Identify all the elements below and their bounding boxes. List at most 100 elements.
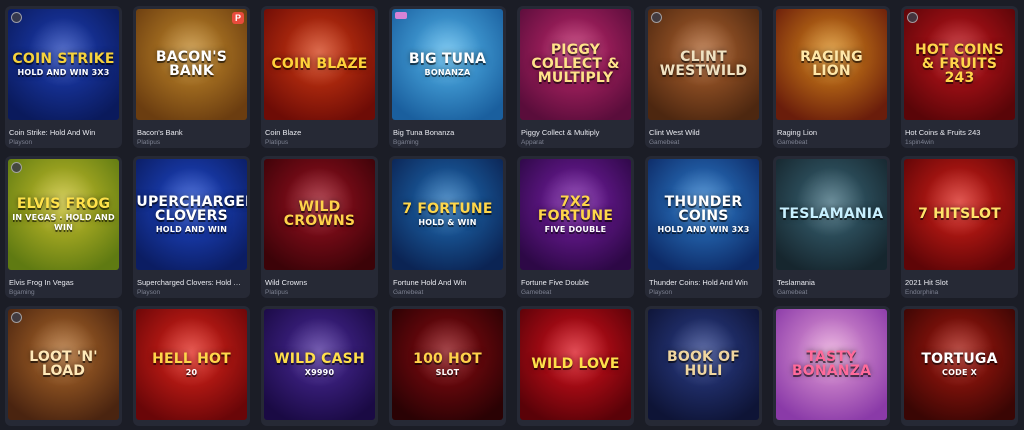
game-thumbnail[interactable]: HOT COINS & FRUITS 243 [904,9,1015,120]
game-card[interactable]: BOOK OF HULI [645,306,762,426]
game-thumbnail[interactable]: THUNDER COINS HOLD AND WIN 3x3 [648,159,759,270]
game-provider: Playson [9,139,33,146]
game-thumbnail[interactable]: BOOK OF HULI [648,309,759,420]
game-art-title: TASTY BONANZA [791,348,872,379]
game-art-title: THUNDER COINS [664,193,743,224]
game-card[interactable]: SUPERCHARGED CLOVERSHOLD AND WIN Supercha… [133,156,250,298]
game-art-title: BOOK OF HULI [666,348,741,379]
game-art-title: ELVIS FROG [16,195,111,212]
game-thumbnail[interactable]: COIN STRIKE HOLD AND WIN 3x3 [8,9,119,120]
game-thumbnail[interactable]: 7x2 FORTUNE FIVE Double [520,159,631,270]
game-art-title: 7 FORTUNE [402,200,493,217]
game-thumbnail[interactable]: 7 HITSLOT [904,159,1015,270]
game-art-title: TESLAMANIA [779,205,884,222]
provider-logo-icon: P [232,12,244,24]
game-art-title: TORTUGA [921,350,998,367]
game-name: Coin Blaze [265,128,302,137]
game-thumbnail[interactable]: HELL HOT 20 [136,309,247,420]
art-glow [796,167,866,237]
game-thumbnail[interactable]: BACON'S BANK P [136,9,247,120]
game-art-title: 7x2 FORTUNE [537,193,614,224]
game-card[interactable]: THUNDER COINS HOLD AND WIN 3x3 Thunder Coi… [645,156,762,298]
game-card[interactable]: TORTUGA CODE X [901,306,1018,426]
game-name: Hot Coins & Fruits 243 [905,128,981,137]
game-thumbnail[interactable]: TESLAMANIA [776,159,887,270]
game-thumbnail[interactable]: RAGING LION [776,9,887,120]
game-card[interactable]: 7 FORTUNE HOLD & WIN Fortune Hold And Win G… [389,156,506,298]
game-thumbnail[interactable]: PIGGY COLLECT & MULTIPLY [520,9,631,120]
game-card[interactable]: TESLAMANIA Teslamania Gamebeat [773,156,890,298]
game-thumbnail[interactable]: CLINT WESTWILD [648,9,759,120]
game-card[interactable]: WILD CASH X9990 [261,306,378,426]
game-card[interactable]: HOT COINS & FRUITS 243 Hot Coins & Fruits… [901,6,1018,148]
art-glow [284,17,354,87]
game-card[interactable]: HELL HOT 20 [133,306,250,426]
game-thumbnail[interactable]: SUPERCHARGED CLOVERSHOLD AND WIN [136,159,247,270]
game-art-subtitle: HOLD AND WIN 3x3 [657,224,750,234]
game-art-title: BIG TUNA [408,50,487,67]
game-art-title: LOOT 'N' LOAD [29,348,98,379]
game-name: Thunder Coins: Hold And Win [649,278,748,287]
game-provider: Playson [649,289,673,296]
game-thumbnail[interactable]: TORTUGA CODE X [904,309,1015,420]
game-card[interactable]: ELVIS FROG IN VEGAS · HOLD AND WIN Elvis F… [5,156,122,298]
game-thumbnail[interactable]: BIG TUNA BONANZA [392,9,503,120]
game-provider: Gamebeat [777,139,808,146]
game-card[interactable]: WILD CROWNS Wild Crowns Platipus [261,156,378,298]
game-card[interactable]: COIN BLAZE Coin Blaze Platipus [261,6,378,148]
game-art-subtitle: CODE X [942,367,977,377]
provider-badge-icon [11,312,22,323]
game-provider: Platipus [265,139,289,146]
game-provider: Platipus [265,289,289,296]
provider-badge-icon [11,12,22,23]
art-glow [924,167,994,237]
game-art-subtitle: X9990 [304,367,335,377]
game-card[interactable]: 7 HITSLOT 2021 Hit Slot Endorphina [901,156,1018,298]
game-card[interactable]: TASTY BONANZA [773,306,890,426]
game-art-subtitle: Slot [435,367,460,377]
game-provider: Apparat [521,139,544,146]
game-card[interactable]: LOOT 'N' LOAD [5,306,122,426]
game-name: Big Tuna Bonanza [393,128,455,137]
game-card[interactable]: PIGGY COLLECT & MULTIPLY Piggy Collect & … [517,6,634,148]
provider-badge-icon [651,12,662,23]
game-card[interactable]: BIG TUNA BONANZA Big Tuna Bonanza Bgaming [389,6,506,148]
game-provider: 1spin4win [905,139,934,146]
game-art-title: COIN STRIKE [12,50,115,67]
game-thumbnail[interactable]: ELVIS FROG IN VEGAS · HOLD AND WIN [8,159,119,270]
game-name: Raging Lion [777,128,818,137]
game-art-title: PIGGY COLLECT & MULTIPLY [531,41,620,86]
game-thumbnail[interactable]: 7 FORTUNE HOLD & WIN [392,159,503,270]
game-card[interactable]: WILD LOVE [517,306,634,426]
game-art-subtitle: FIVE Double [544,224,607,234]
game-provider: Endorphina [905,289,939,296]
game-name: Fortune Hold And Win [393,278,467,287]
art-glow [540,317,610,387]
game-thumbnail[interactable]: WILD CROWNS [264,159,375,270]
game-card[interactable]: COIN STRIKE HOLD AND WIN 3x3 Coin Strike: … [5,6,122,148]
game-art-subtitle: HOLD & WIN [418,217,477,227]
game-name: 2021 Hit Slot [905,278,948,287]
game-art-title: 7 HITSLOT [918,205,1001,222]
game-art-subtitle: IN VEGAS · HOLD AND WIN [12,212,115,232]
provider-badge-icon [907,12,918,23]
game-art-title: CLINT WESTWILD [659,48,748,79]
game-card[interactable]: RAGING LION Raging Lion Gamebeat [773,6,890,148]
game-name: Wild Crowns [265,278,308,287]
game-card[interactable]: 100 HOT Slot [389,306,506,426]
game-provider: Platipus [137,139,161,146]
game-name: Clint West Wild [649,128,700,137]
game-thumbnail[interactable]: TASTY BONANZA [776,309,887,420]
game-art-title: 100 HOT [413,350,482,367]
feature-badge-icon [395,12,407,19]
game-thumbnail[interactable]: WILD LOVE [520,309,631,420]
game-card[interactable]: BACON'S BANK P Bacon's Bank Platipus [133,6,250,148]
game-thumbnail[interactable]: 100 HOT Slot [392,309,503,420]
game-card[interactable]: CLINT WESTWILD Clint West Wild Gamebeat [645,6,762,148]
game-thumbnail[interactable]: LOOT 'N' LOAD [8,309,119,420]
game-provider: Gamebeat [649,139,680,146]
game-card[interactable]: 7x2 FORTUNE FIVE Double Fortune Five Doubl… [517,156,634,298]
provider-badge-icon [11,162,22,173]
game-thumbnail[interactable]: WILD CASH X9990 [264,309,375,420]
game-thumbnail[interactable]: COIN BLAZE [264,9,375,120]
